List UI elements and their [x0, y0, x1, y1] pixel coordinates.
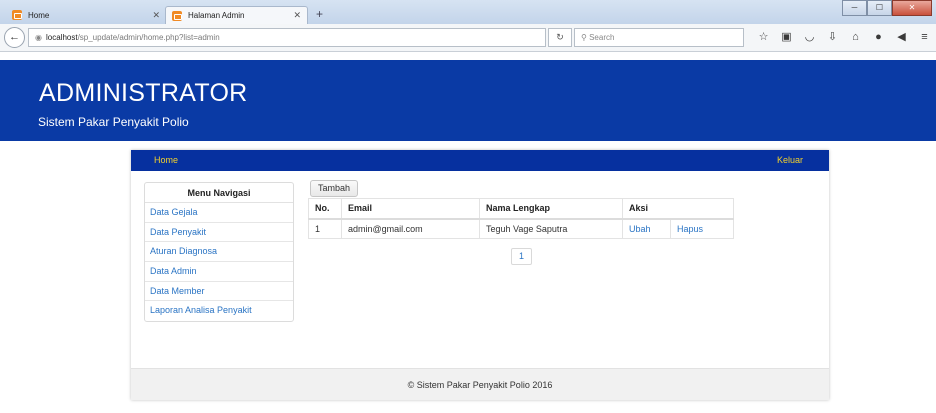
browser-nav-bar: ← ◉ localhost/sp_update/admin/home.php?li… [0, 24, 936, 52]
address-bar[interactable]: ◉ localhost/sp_update/admin/home.php?list… [28, 28, 546, 47]
new-tab-button[interactable]: + [316, 7, 323, 21]
search-icon: ⚲ [581, 33, 587, 42]
cell-email: admin@gmail.com [341, 218, 480, 239]
column-header-no: No. [308, 198, 342, 220]
bookmark-star-icon[interactable]: ☆ [752, 29, 775, 46]
site-favicon-icon [12, 10, 22, 20]
nav-home-link[interactable]: Home [154, 155, 178, 165]
top-navigation: Home Keluar [131, 150, 829, 171]
footer: © Sistem Pakar Penyakit Polio 2016 [131, 368, 829, 400]
sidebar-item-data-penyakit[interactable]: Data Penyakit [145, 223, 293, 243]
sidebar-menu: Menu Navigasi Data Gejala Data Penyakit … [144, 182, 294, 323]
search-placeholder: Search [589, 33, 615, 42]
page-title: ADMINISTRATOR [39, 79, 248, 107]
sidebar-item-aturan-diagnosa[interactable]: Aturan Diagnosa [145, 242, 293, 263]
home-icon[interactable]: ⌂ [844, 29, 867, 46]
sidebar-item-data-member[interactable]: Data Member [145, 282, 293, 302]
add-button[interactable]: Tambah [310, 180, 358, 197]
column-header-actions: Aksi [622, 198, 734, 220]
close-window-icon[interactable]: ✕ [892, 0, 932, 16]
cell-no: 1 [308, 218, 342, 239]
edit-link[interactable]: Ubah [622, 218, 671, 239]
chat-icon[interactable]: ● [867, 29, 890, 46]
download-icon[interactable]: ⇩ [821, 29, 844, 46]
column-header-name: Nama Lengkap [479, 198, 623, 220]
page-info-icon[interactable]: ◉ [35, 33, 42, 42]
browser-toolbar-icons: ☆ ▣ ◡ ⇩ ⌂ ● ◀ ≡ [752, 29, 936, 46]
pagination-page-1[interactable]: 1 [511, 248, 532, 265]
admin-panel: Home Keluar Menu Navigasi Data Gejala Da… [131, 150, 829, 400]
send-icon[interactable]: ◀ [890, 29, 913, 46]
url-path: /sp_update/admin/home.php?list=admin [77, 33, 220, 42]
window-controls: ─ ☐ ✕ [842, 0, 932, 16]
pocket-icon[interactable]: ◡ [798, 29, 821, 46]
sidebar-heading: Menu Navigasi [145, 183, 293, 203]
page-subtitle: Sistem Pakar Penyakit Polio [38, 115, 189, 129]
site-favicon-icon [172, 10, 182, 21]
column-header-email: Email [341, 198, 480, 220]
url-host: localhost [45, 33, 78, 42]
browser-tab-bar: Home ✕ Halaman Admin ✕ + ─ ☐ ✕ [0, 0, 936, 24]
logout-link[interactable]: Keluar [777, 155, 803, 165]
sidebar-item-data-gejala[interactable]: Data Gejala [145, 203, 293, 223]
table-row: 1 admin@gmail.com Teguh Vage Saputra Uba… [308, 218, 734, 239]
search-input[interactable]: ⚲ Search [574, 28, 744, 47]
browser-tab-admin[interactable]: Halaman Admin ✕ [165, 6, 308, 24]
admin-table: No. Email Nama Lengkap Aksi 1 admin@gmai… [308, 198, 734, 239]
reading-list-icon[interactable]: ▣ [775, 29, 798, 46]
tab-close-icon[interactable]: ✕ [152, 10, 160, 21]
minimize-icon[interactable]: ─ [842, 0, 867, 16]
header-banner: ADMINISTRATOR Sistem Pakar Penyakit Poli… [0, 60, 936, 141]
tab-title: Home [28, 10, 50, 20]
browser-tab-home[interactable]: Home ✕ [6, 6, 166, 24]
sidebar-item-laporan-analisa[interactable]: Laporan Analisa Penyakit [145, 301, 293, 321]
menu-icon[interactable]: ≡ [913, 29, 936, 46]
maximize-icon[interactable]: ☐ [867, 0, 892, 16]
cell-name: Teguh Vage Saputra [479, 218, 623, 239]
delete-link[interactable]: Hapus [670, 218, 734, 239]
tab-title: Halaman Admin [188, 11, 245, 20]
tab-close-icon[interactable]: ✕ [293, 10, 301, 21]
reload-icon[interactable]: ↻ [548, 28, 572, 47]
sidebar-item-data-admin[interactable]: Data Admin [145, 262, 293, 282]
table-header-row: No. Email Nama Lengkap Aksi [308, 198, 734, 220]
back-arrow-icon[interactable]: ← [4, 27, 25, 48]
